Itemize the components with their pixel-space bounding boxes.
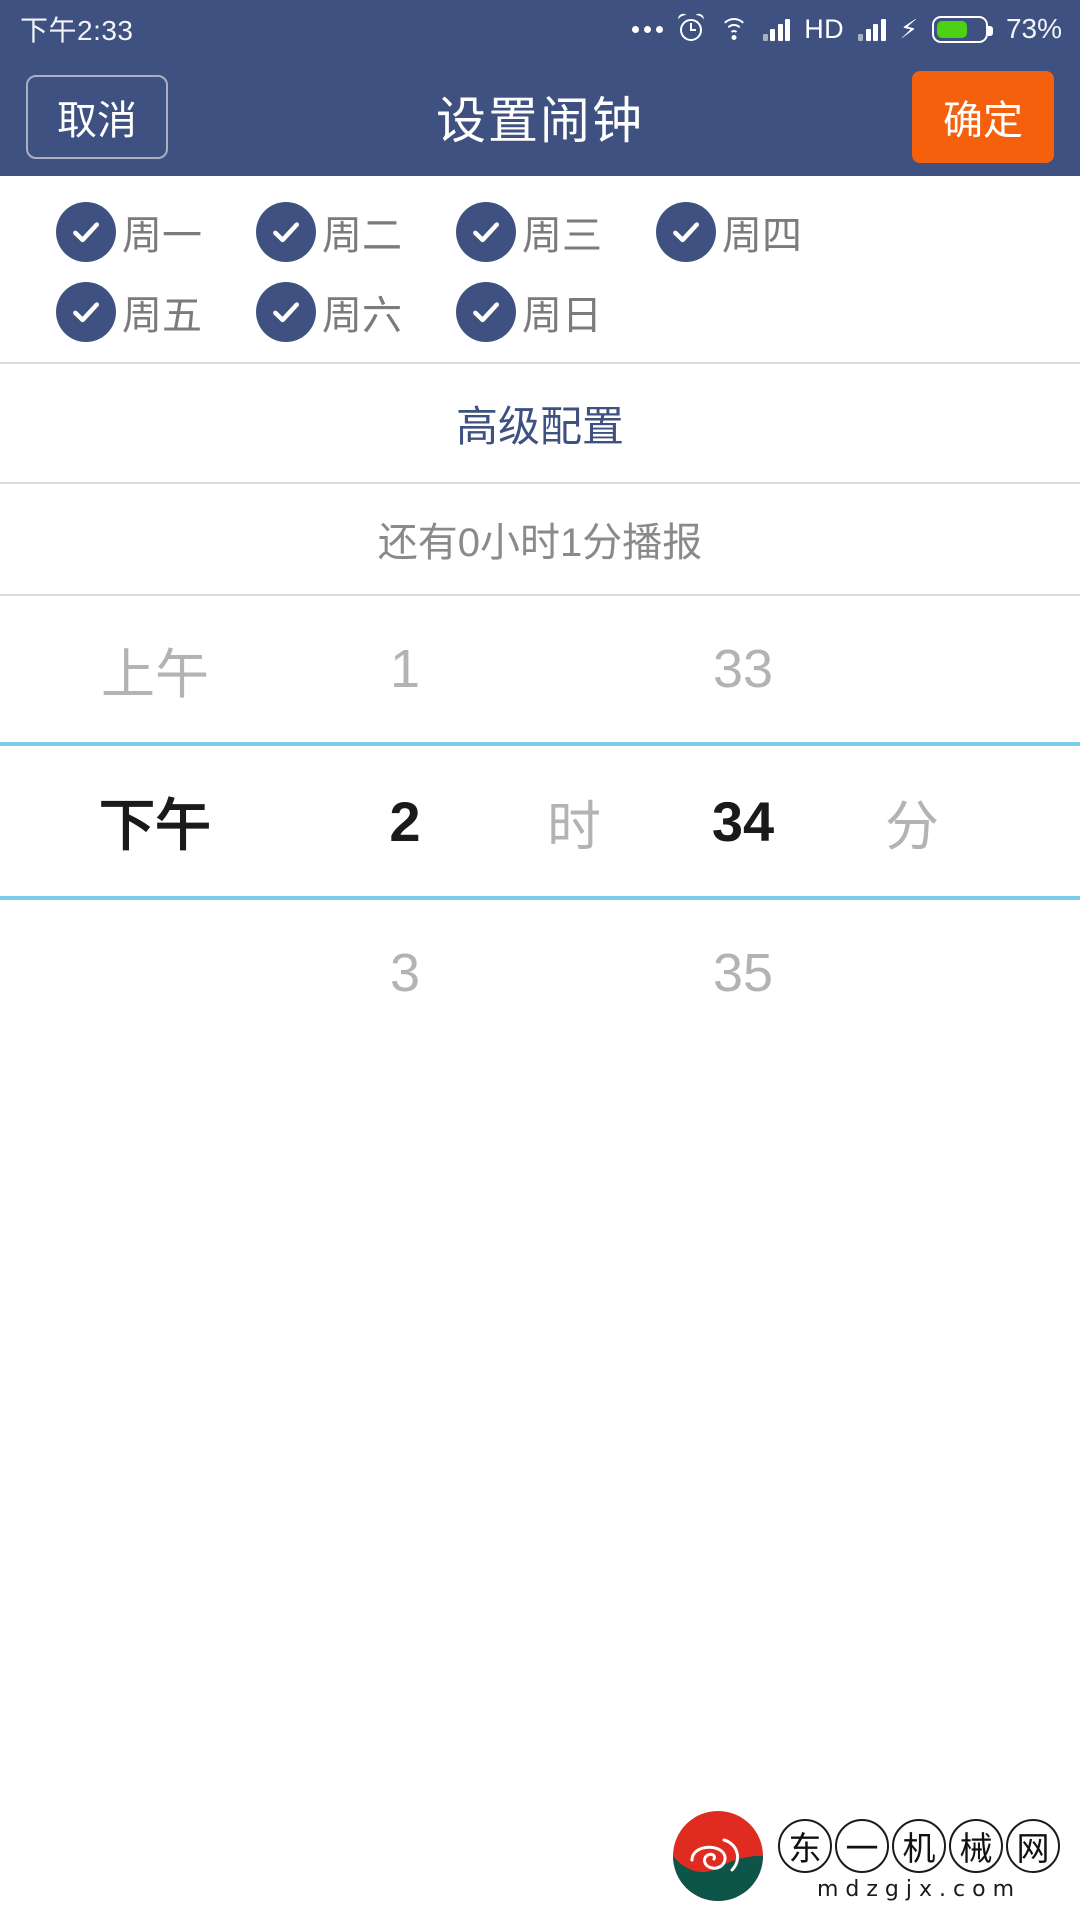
weekday-item-monday[interactable]: 周一	[56, 202, 256, 262]
status-bar-clock: 下午2:33	[20, 15, 134, 46]
confirm-button[interactable]: 确定	[912, 71, 1054, 163]
check-icon[interactable]	[256, 282, 316, 342]
weekday-item-sunday[interactable]: 周日	[456, 282, 656, 342]
weekday-label: 周五	[122, 294, 202, 338]
watermark-text: 东 一 机 械 网 mdzgjx.com	[778, 1819, 1060, 1902]
time-picker-row-selected[interactable]: 下午 2 时 34 分	[0, 746, 1080, 896]
weekday-item-wednesday[interactable]: 周三	[456, 202, 656, 262]
wifi-icon	[719, 17, 749, 41]
time-picker-row-below[interactable]: 3 35	[0, 900, 1080, 1046]
picker-hour-below[interactable]: 3	[310, 942, 500, 1004]
weekday-label: 周四	[722, 214, 802, 258]
countdown-label: 还有0小时1分播报	[377, 521, 703, 565]
watermark-url: mdzgjx.com	[816, 1877, 1022, 1902]
check-icon[interactable]	[456, 282, 516, 342]
watermark-chars: 东 一 机 械 网	[778, 1819, 1060, 1873]
weekday-item-tuesday[interactable]: 周二	[256, 202, 456, 262]
weekday-item-thursday[interactable]: 周四	[656, 202, 856, 262]
weekday-label: 周日	[522, 294, 602, 338]
dongyi-logo-icon	[672, 1810, 764, 1902]
picker-minute-selected[interactable]: 34	[648, 789, 838, 854]
weekday-label: 周三	[522, 214, 602, 258]
signal-bars-icon	[762, 17, 791, 41]
check-icon[interactable]	[56, 282, 116, 342]
advanced-config-label: 高级配置	[455, 402, 624, 450]
weekday-label: 周一	[122, 214, 202, 258]
watermark-char: 一	[835, 1819, 889, 1873]
alarm-clock-icon	[676, 12, 705, 44]
picker-minute-below[interactable]: 35	[648, 942, 838, 1004]
battery-icon	[931, 15, 993, 43]
app-header: 取消 设置闹钟 确定	[0, 58, 1080, 176]
alarm-setting-screen: 下午2:33 HD ⚡ 73% 取消 设置闹钟 确定 周一 周二 周三 周四 周…	[0, 0, 1080, 1920]
weekday-label: 周二	[322, 214, 402, 258]
more-dots-icon	[631, 25, 663, 33]
picker-hour-selected[interactable]: 2	[310, 789, 500, 854]
status-bar: 下午2:33 HD ⚡ 73%	[0, 0, 1080, 58]
watermark-char: 机	[892, 1819, 946, 1873]
watermark: 东 一 机 械 网 mdzgjx.com	[672, 1810, 1060, 1902]
weekday-item-saturday[interactable]: 周六	[256, 282, 456, 342]
picker-hour-unit-label: 时	[547, 796, 601, 857]
page-title: 设置闹钟	[436, 93, 644, 149]
watermark-char: 东	[778, 1819, 832, 1873]
check-icon[interactable]	[656, 202, 716, 262]
signal-bars-2-icon	[858, 17, 886, 41]
weekday-label: 周六	[322, 294, 402, 338]
charging-bolt-icon: ⚡	[899, 14, 918, 44]
picker-minute-above[interactable]: 33	[648, 638, 838, 700]
check-icon[interactable]	[256, 202, 316, 262]
picker-hour-above[interactable]: 1	[310, 638, 500, 700]
hd-icon: HD	[804, 13, 845, 44]
status-bar-icons: HD ⚡ 73%	[631, 12, 1062, 45]
check-icon[interactable]	[56, 202, 116, 262]
picker-minute-unit-label: 分	[885, 796, 939, 857]
advanced-config-row[interactable]: 高级配置	[0, 364, 1080, 482]
battery-percent-label: 73%	[1005, 13, 1062, 44]
watermark-char: 网	[1006, 1819, 1060, 1873]
picker-ampm-selected[interactable]: 下午	[0, 781, 310, 862]
cancel-button[interactable]: 取消	[26, 75, 168, 159]
time-picker[interactable]: 上午 1 33 下午 2 时 34 分 3 35	[0, 596, 1080, 1046]
weekday-item-friday[interactable]: 周五	[56, 282, 256, 342]
countdown-row: 还有0小时1分播报	[0, 484, 1080, 594]
picker-ampm-above[interactable]: 上午	[0, 630, 310, 709]
weekday-selector: 周一 周二 周三 周四 周五 周六 周日	[0, 176, 1080, 362]
weekday-row-1: 周一 周二 周三 周四	[0, 202, 1080, 262]
weekday-row-2: 周五 周六 周日	[0, 282, 1080, 342]
watermark-char: 械	[949, 1819, 1003, 1873]
check-icon[interactable]	[456, 202, 516, 262]
time-picker-row-above[interactable]: 上午 1 33	[0, 596, 1080, 742]
